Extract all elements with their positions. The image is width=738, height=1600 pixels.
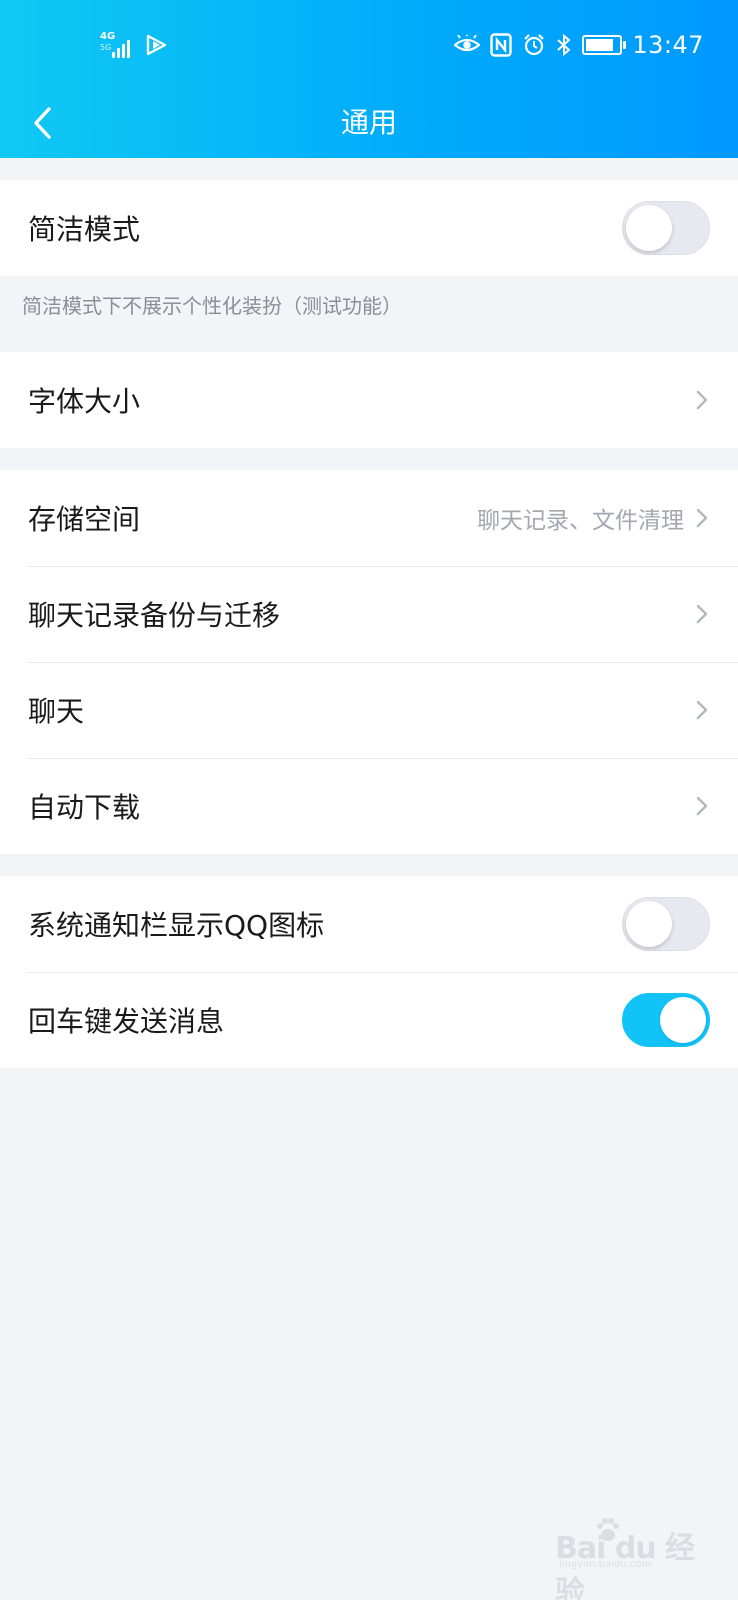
chat-backup-label: 聊天记录备份与迁移 <box>28 599 281 632</box>
paw-icon <box>597 1518 619 1541</box>
auto-download-row[interactable]: 自动下载 <box>0 758 738 854</box>
toggles-group: 系统通知栏显示QQ图标 回车键发送消息 <box>0 876 738 1068</box>
chat-row[interactable]: 聊天 <box>0 662 738 758</box>
status-bar: 4G 5G 13:47 <box>0 0 738 90</box>
video-app-icon <box>146 34 167 56</box>
nfc-icon <box>490 33 513 57</box>
storage-group: 存储空间 聊天记录、文件清理 聊天记录备份与迁移 聊天 自动下载 <box>0 470 738 854</box>
simple-mode-group: 简洁模式 <box>0 180 738 276</box>
chat-label: 聊天 <box>28 695 85 728</box>
storage-row[interactable]: 存储空间 聊天记录、文件清理 <box>0 470 738 566</box>
simple-mode-toggle[interactable] <box>622 201 710 255</box>
cellular-signal-icon: 4G 5G <box>100 32 136 58</box>
enter-send-label: 回车键发送消息 <box>28 1005 225 1038</box>
enter-send-toggle[interactable] <box>622 993 710 1047</box>
page-title: 通用 <box>340 106 397 139</box>
nav-bar: 通用 <box>0 90 738 158</box>
auto-download-label: 自动下载 <box>28 791 141 824</box>
battery-icon <box>582 35 627 55</box>
font-size-group: 字体大小 <box>0 352 738 448</box>
enter-send-row: 回车键发送消息 <box>0 972 738 1068</box>
network-subtype: 5G <box>100 43 112 52</box>
eye-comfort-icon <box>454 35 481 52</box>
header: 4G 5G 13:47 通用 <box>0 0 738 158</box>
status-time: 13:47 <box>632 31 704 59</box>
chevron-right-icon <box>696 700 708 720</box>
chevron-right-icon <box>696 796 708 816</box>
chevron-right-icon <box>696 508 708 528</box>
baidu-watermark: Bai du 经验 jingyan.baidu.com <box>555 1515 705 1600</box>
bluetooth-icon <box>557 33 571 57</box>
simple-mode-row: 简洁模式 <box>0 180 738 276</box>
storage-hint: 聊天记录、文件清理 <box>477 508 684 534</box>
status-left: 4G 5G <box>100 30 168 60</box>
alarm-icon <box>524 34 545 56</box>
status-right: 13:47 <box>454 30 704 60</box>
font-size-row[interactable]: 字体大小 <box>0 352 738 448</box>
chevron-right-icon <box>696 604 708 624</box>
watermark-url: jingyan.baidu.com <box>559 1559 652 1570</box>
chevron-right-icon <box>696 390 708 410</box>
app-root: 4G 5G 13:47 通用 简洁模式 简洁模式下不展示个性化装扮（测试功能） … <box>0 0 738 1600</box>
notification-icon-row: 系统通知栏显示QQ图标 <box>0 876 738 972</box>
notification-icon-label: 系统通知栏显示QQ图标 <box>28 909 325 942</box>
storage-label: 存储空间 <box>28 503 141 536</box>
notification-icon-toggle[interactable] <box>622 897 710 951</box>
simple-mode-description: 简洁模式下不展示个性化装扮（测试功能） <box>22 294 402 318</box>
font-size-label: 字体大小 <box>28 385 141 418</box>
simple-mode-label: 简洁模式 <box>28 213 141 246</box>
chat-backup-row[interactable]: 聊天记录备份与迁移 <box>0 566 738 662</box>
